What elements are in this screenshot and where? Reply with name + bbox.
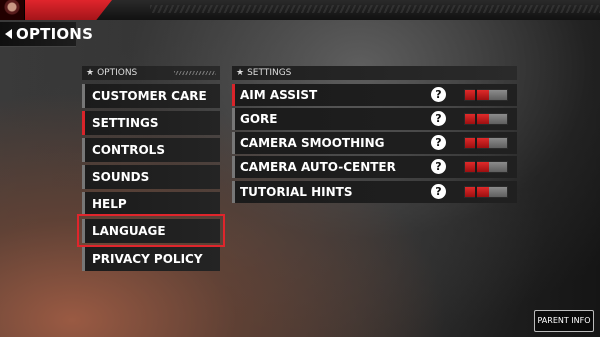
- toggle-knob: [475, 161, 477, 173]
- parent-info-button[interactable]: PARENT INFO: [534, 310, 594, 332]
- menu-item-sounds[interactable]: SOUNDS: [82, 165, 220, 189]
- setting-row-gore: GORE ?: [232, 108, 517, 130]
- toggle-on-fill: [465, 90, 489, 100]
- setting-row-camera-auto-center: CAMERA AUTO-CENTER ?: [232, 156, 517, 178]
- toggle-on-fill: [465, 114, 489, 124]
- camera-auto-center-toggle[interactable]: [464, 161, 508, 173]
- setting-row-aim-assist: AIM ASSIST ?: [232, 84, 517, 106]
- settings-panel-header: ★ SETTINGS: [232, 66, 517, 80]
- setting-label: CAMERA SMOOTHING: [240, 136, 385, 150]
- menu-item-customer-care[interactable]: CUSTOMER CARE: [82, 84, 220, 108]
- toggle-knob: [475, 113, 477, 125]
- menu-item-language[interactable]: LANGUAGE: [82, 219, 220, 243]
- star-icon: ★: [236, 68, 245, 78]
- menu-item-help[interactable]: HELP: [82, 192, 220, 216]
- page-title: OPTIONS: [16, 25, 94, 43]
- toggle-on-fill: [465, 138, 489, 148]
- camera-smoothing-toggle[interactable]: [464, 137, 508, 149]
- setting-row-camera-smoothing: CAMERA SMOOTHING ?: [232, 132, 517, 154]
- toggle-on-fill: [465, 162, 489, 172]
- toggle-on-fill: [465, 187, 489, 197]
- toggle-knob: [475, 89, 477, 101]
- back-arrow-icon[interactable]: [5, 29, 12, 39]
- help-icon[interactable]: ?: [431, 184, 446, 199]
- help-icon[interactable]: ?: [431, 111, 446, 126]
- toggle-knob: [475, 137, 477, 149]
- setting-label: GORE: [240, 112, 278, 126]
- gore-toggle[interactable]: [464, 113, 508, 125]
- header-stripe-decoration: [174, 71, 216, 75]
- settings-header-label: SETTINGS: [247, 68, 292, 78]
- help-icon[interactable]: ?: [431, 87, 446, 102]
- menu-item-controls[interactable]: CONTROLS: [82, 138, 220, 162]
- options-panel-header: ★ OPTIONS: [82, 66, 220, 80]
- setting-label: AIM ASSIST: [240, 88, 318, 102]
- menu-item-privacy-policy[interactable]: PRIVACY POLICY: [82, 247, 220, 271]
- help-icon[interactable]: ?: [431, 159, 446, 174]
- menu-item-settings[interactable]: SETTINGS: [82, 111, 220, 135]
- setting-row-tutorial-hints: TUTORIAL HINTS ?: [232, 181, 517, 203]
- aim-assist-toggle[interactable]: [464, 89, 508, 101]
- options-header-label: OPTIONS: [97, 68, 138, 78]
- top-stripe-decoration: [150, 5, 600, 13]
- setting-label: TUTORIAL HINTS: [240, 185, 353, 199]
- player-avatar[interactable]: [0, 0, 25, 20]
- help-icon[interactable]: ?: [431, 135, 446, 150]
- toggle-knob: [475, 186, 477, 198]
- tutorial-hints-toggle[interactable]: [464, 186, 508, 198]
- star-icon: ★: [86, 68, 95, 78]
- setting-label: CAMERA AUTO-CENTER: [240, 160, 396, 174]
